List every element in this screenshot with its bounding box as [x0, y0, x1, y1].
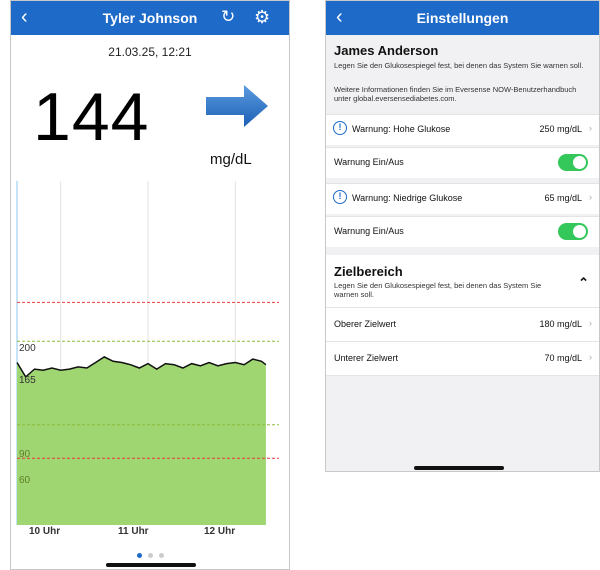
reading-timestamp: 21.03.25, 12:21 — [108, 45, 192, 59]
chevron-right-icon: › — [589, 192, 592, 202]
high-warning-toggle[interactable] — [558, 154, 588, 171]
x-tick-10: 10 Uhr — [29, 526, 61, 537]
low-warning-toggle[interactable] — [558, 223, 588, 240]
high-warning-label: Warnung: Hohe Glukose — [352, 124, 451, 134]
lower-target-value: 70 mg/dL — [544, 353, 582, 363]
glucose-chart — [16, 181, 279, 525]
patient-name: James Anderson — [334, 43, 439, 58]
page-dot[interactable] — [147, 553, 153, 558]
glucose-value: 144 — [33, 79, 150, 155]
upper-target-value: 180 mg/dL — [539, 319, 582, 329]
alert-icon: ! — [333, 190, 347, 204]
x-tick-12: 12 Uhr — [204, 526, 236, 537]
arrow-right-icon — [206, 85, 268, 127]
chevron-up-icon[interactable]: ⌃ — [578, 275, 589, 291]
y-label-60: 60 — [19, 475, 31, 486]
header-bar: ‹ Einstellungen — [326, 1, 599, 35]
upper-target-row[interactable]: Oberer Zielwert 180 mg/dL › — [326, 307, 599, 341]
glucose-area — [17, 356, 266, 525]
y-label-90: 90 — [19, 449, 31, 460]
page-dot[interactable] — [136, 553, 142, 558]
upper-target-label: Oberer Zielwert — [334, 319, 397, 329]
lower-target-label: Unterer Zielwert — [334, 353, 399, 363]
screen-title: Einstellungen — [416, 10, 509, 26]
page-indicator[interactable] — [11, 545, 289, 563]
gear-icon[interactable]: ⚙ — [254, 7, 270, 28]
low-warning-label: Warnung: Niedrige Glukose — [352, 193, 463, 203]
toggle-label: Warnung Ein/Aus — [334, 226, 404, 236]
y-label-200: 200 — [19, 343, 36, 354]
high-warning-toggle-row: Warnung Ein/Aus — [326, 147, 599, 178]
chevron-right-icon: › — [589, 318, 592, 328]
header-bar: ‹ Tyler Johnson ↻ ⚙ — [11, 1, 289, 35]
toggle-knob — [573, 225, 586, 238]
toggle-knob — [573, 156, 586, 169]
chevron-right-icon: › — [589, 123, 592, 133]
glucose-screen: ‹ Tyler Johnson ↻ ⚙ 21.03.25, 12:21 144 … — [10, 0, 290, 570]
low-warning-value: 65 mg/dL — [544, 193, 582, 203]
low-glucose-warning-row[interactable]: ! Warnung: Niedrige Glukose 65 mg/dL › — [326, 183, 599, 214]
lower-target-row[interactable]: Unterer Zielwert 70 mg/dL › — [326, 341, 599, 376]
target-range-title: Zielbereich — [334, 264, 403, 279]
toggle-label: Warnung Ein/Aus — [334, 157, 404, 167]
high-glucose-warning-row[interactable]: ! Warnung: Hohe Glukose 250 mg/dL › — [326, 114, 599, 145]
target-range-card[interactable]: Zielbereich Legen Sie den Glukosespiegel… — [326, 255, 599, 307]
glucose-unit: mg/dL — [210, 151, 252, 168]
refresh-icon[interactable]: ↻ — [221, 7, 235, 27]
y-label-165: 165 — [19, 375, 36, 386]
low-warning-toggle-row: Warnung Ein/Aus — [326, 216, 599, 247]
x-tick-11: 11 Uhr — [118, 526, 149, 537]
patient-name: Tyler Johnson — [102, 10, 198, 26]
home-indicator[interactable] — [106, 563, 196, 567]
home-indicator[interactable] — [414, 466, 504, 470]
settings-screen: ‹ Einstellungen James Anderson Legen Sie… — [325, 0, 600, 472]
alert-icon: ! — [333, 121, 347, 135]
info-text: Weitere Informationen finden Sie im Ever… — [334, 85, 577, 103]
intro-text: Legen Sie den Glukosespiegel fest, bei d… — [334, 61, 584, 70]
high-warning-value: 250 mg/dL — [539, 124, 582, 134]
page-dot[interactable] — [158, 553, 164, 558]
chevron-right-icon: › — [589, 352, 592, 362]
target-range-desc: Legen Sie den Glukosespiegel fest, bei d… — [334, 281, 542, 299]
alert-intro-card: James Anderson Legen Sie den Glukosespie… — [326, 35, 599, 112]
